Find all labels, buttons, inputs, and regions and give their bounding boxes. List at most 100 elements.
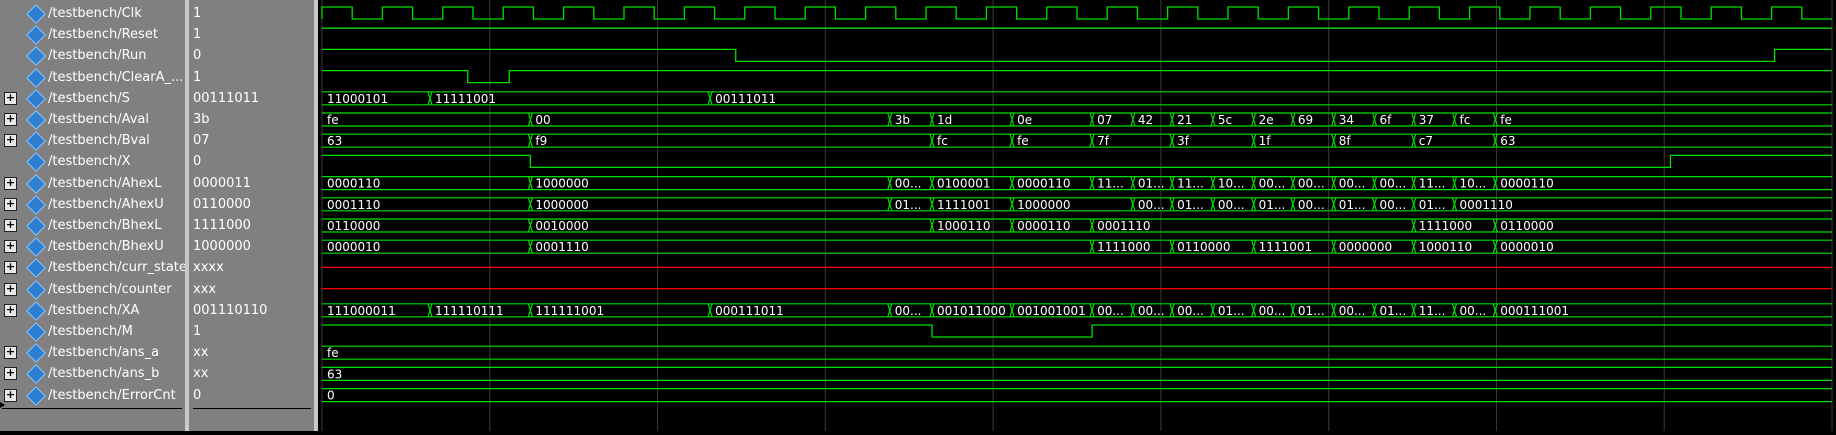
expand-icon[interactable]: + bbox=[4, 367, 17, 381]
signal-diamond-icon bbox=[26, 322, 46, 342]
signal-name: /testbench/X bbox=[48, 154, 131, 170]
XA-value-label: 00... bbox=[1259, 304, 1286, 318]
BhexU-value-label: 1000110 bbox=[1419, 240, 1472, 254]
cursor-arrow-icon bbox=[0, 402, 5, 408]
signal-diamond-icon bbox=[26, 88, 46, 109]
signal-value: xxxx bbox=[193, 260, 224, 276]
XA-value-label: 111110111 bbox=[435, 304, 504, 318]
signal-diamond-icon bbox=[26, 131, 46, 152]
signal-row[interactable]: /testbench/Clk bbox=[0, 3, 185, 24]
signal-value: 07 bbox=[193, 133, 210, 149]
XA-value-label: 00... bbox=[1339, 304, 1366, 318]
XA-value-label: 01... bbox=[1298, 304, 1325, 318]
signal-value-row: 1 bbox=[189, 3, 314, 24]
AhexU-value-label: 00... bbox=[1218, 198, 1245, 212]
Aval-value-label: fe bbox=[327, 113, 339, 127]
signal-row[interactable]: /testbench/M bbox=[0, 321, 185, 342]
BhexU-value-label: 0000000 bbox=[1339, 240, 1392, 254]
signal-row[interactable]: /testbench/Reset bbox=[0, 24, 185, 46]
signal-value: 1111000 bbox=[193, 218, 251, 233]
signal-value-row: xx bbox=[189, 342, 314, 363]
clear-wave bbox=[322, 69, 1832, 84]
signal-diamond-icon bbox=[26, 194, 46, 215]
expand-icon[interactable]: + bbox=[4, 261, 17, 275]
signal-row[interactable]: + /testbench/Bval bbox=[0, 130, 185, 152]
signal-row[interactable]: + /testbench/counter bbox=[0, 279, 185, 300]
Bval-value-label: f9 bbox=[535, 134, 547, 148]
AhexL-value-label: 10... bbox=[1460, 177, 1487, 191]
AhexU-value-label: 01... bbox=[1177, 198, 1204, 212]
AhexL-value-label: 00... bbox=[1259, 177, 1286, 191]
signal-row[interactable]: + /testbench/curr_state bbox=[0, 257, 187, 279]
signal-row[interactable]: + /testbench/AhexL bbox=[0, 173, 185, 194]
expand-icon[interactable]: + bbox=[4, 282, 17, 296]
signal-row[interactable]: + /testbench/XA bbox=[0, 300, 185, 321]
AhexL-value-label: 1000000 bbox=[535, 177, 588, 191]
signal-row[interactable]: /testbench/ClearA_... bbox=[0, 67, 185, 88]
signal-value: 1 bbox=[193, 6, 202, 21]
waveform-canvas[interactable]: 11000101 11111001 00111011 fe 00 3b 1d 0e 07 42 21… bbox=[318, 0, 1836, 431]
signal-diamond-icon bbox=[26, 25, 46, 46]
XA-value-label: 111111001 bbox=[535, 304, 604, 318]
signal-value-row: 1 bbox=[189, 321, 314, 342]
signal-value: 0 bbox=[193, 154, 202, 170]
expand-icon[interactable]: + bbox=[4, 303, 17, 317]
expand-icon[interactable]: + bbox=[4, 176, 17, 190]
expand-icon[interactable]: + bbox=[4, 240, 17, 254]
expand-icon[interactable]: + bbox=[4, 346, 17, 360]
signal-name: /testbench/XA bbox=[48, 302, 140, 318]
Aval-value-label: 21 bbox=[1177, 113, 1192, 127]
AhexU-value-label: 01... bbox=[895, 198, 922, 212]
AhexL-value-label: 0100001 bbox=[937, 177, 990, 191]
waveform-pane[interactable]: 11000101 11111001 00111011 fe 00 3b 1d 0e 07 42 21… bbox=[318, 0, 1836, 431]
Aval-value-label: 37 bbox=[1419, 113, 1434, 127]
signal-diamond-icon bbox=[26, 237, 46, 258]
signal-row[interactable]: + /testbench/ErrorCnt bbox=[0, 385, 185, 406]
signal-row[interactable]: + /testbench/AhexU bbox=[0, 194, 185, 215]
expand-icon[interactable]: + bbox=[4, 91, 17, 105]
signal-row[interactable]: /testbench/Run bbox=[0, 45, 185, 67]
BhexL-value-label: 0110000 bbox=[1500, 219, 1553, 233]
signal-name-panel: /testbench/Clk/testbench/Reset/testbench… bbox=[0, 0, 187, 431]
AhexU-value-label: 1000000 bbox=[1017, 198, 1070, 212]
BhexU-value-label: 0001110 bbox=[535, 240, 588, 254]
signal-value-row: xxxx bbox=[189, 257, 314, 278]
signal-value-row: 1000000 bbox=[189, 236, 314, 257]
signal-row[interactable]: + /testbench/BhexU bbox=[0, 236, 185, 258]
signal-value: xx bbox=[193, 366, 209, 382]
AhexU-value-label: 00... bbox=[1138, 198, 1165, 212]
S-value-label: 00111011 bbox=[715, 92, 776, 106]
signal-name: /testbench/BhexL bbox=[48, 218, 162, 233]
AhexL-value-label: 0000110 bbox=[1017, 177, 1070, 191]
S-value-label: 11000101 bbox=[327, 92, 388, 106]
signal-row[interactable]: + /testbench/BhexL bbox=[0, 215, 185, 236]
expand-icon[interactable]: + bbox=[4, 113, 17, 126]
signal-row[interactable]: + /testbench/ans_b bbox=[0, 363, 185, 385]
XA-value-label: 00... bbox=[895, 304, 922, 318]
expand-icon[interactable]: + bbox=[4, 197, 17, 211]
signal-value-row: 1111000 bbox=[189, 215, 314, 236]
signal-row[interactable]: + /testbench/ans_a bbox=[0, 342, 185, 364]
expand-icon[interactable]: + bbox=[4, 219, 17, 232]
AhexL-value-label: 0000110 bbox=[327, 177, 380, 191]
Bval-value-label: fc bbox=[937, 134, 948, 148]
expand-icon[interactable]: + bbox=[4, 388, 17, 402]
AhexL-value-label: 00... bbox=[1339, 177, 1366, 191]
XA-value-label: 11... bbox=[1419, 304, 1446, 318]
signal-name: /testbench/S bbox=[48, 90, 130, 106]
BhexU-value-label: 0110000 bbox=[1177, 240, 1230, 254]
AhexL-value-label: 00... bbox=[895, 177, 922, 191]
signal-value: 3b bbox=[193, 112, 210, 127]
signal-row[interactable]: /testbench/X bbox=[0, 151, 185, 173]
signal-value: 1 bbox=[193, 324, 202, 339]
signal-row[interactable]: + /testbench/S bbox=[0, 88, 185, 109]
Aval-value-label: fc bbox=[1460, 113, 1471, 127]
signal-value-row: 0000011 bbox=[189, 173, 314, 194]
Bval-value-label: 3f bbox=[1177, 134, 1190, 148]
expand-icon[interactable]: + bbox=[4, 134, 17, 148]
signal-value: 1 bbox=[193, 27, 202, 43]
AhexU-value-label: 0001110 bbox=[1460, 198, 1513, 212]
signal-row[interactable]: + /testbench/Aval bbox=[0, 109, 185, 130]
signal-value: 0 bbox=[193, 48, 202, 64]
value-list-end-line bbox=[193, 408, 311, 409]
